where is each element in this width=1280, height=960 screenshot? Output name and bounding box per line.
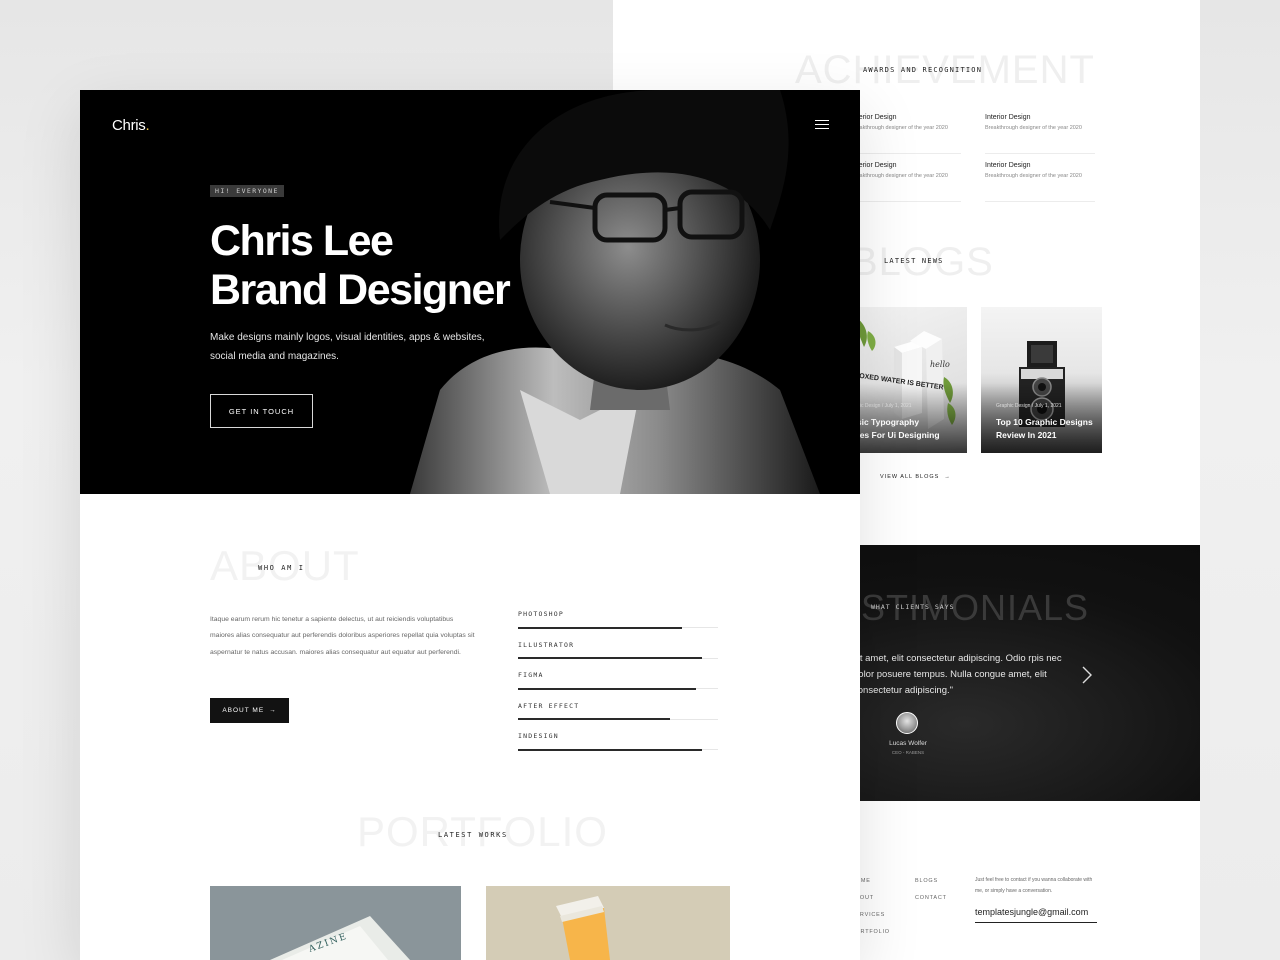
blog-title[interactable]: Top 10 Graphic Designs Review In 2021 <box>996 416 1094 442</box>
portfolio-item[interactable]: AZINE <box>210 886 461 960</box>
avatar <box>896 712 918 734</box>
arrow-right-icon: → <box>269 707 277 714</box>
skills-list: PHOTOSHOP ILLUSTRATOR FIGMA AFTER EFFECT… <box>518 610 718 763</box>
award-title: Interior Design <box>851 114 897 121</box>
about-me-button[interactable]: ABOUT ME → <box>210 698 289 723</box>
skill-name: ILLUSTRATOR <box>518 640 575 649</box>
award-title: Interior Design <box>985 114 1031 121</box>
blog-card[interactable]: hello BOXED WATER IS BETTER Graphic Desi… <box>846 307 967 453</box>
hero-kicker: HI! EVERYONE <box>210 185 284 197</box>
coffee-cup-image <box>556 896 610 960</box>
award-title: Interior Design <box>851 162 897 169</box>
blog-card[interactable]: Graphic Design / July 1, 2021 Top 10 Gra… <box>981 307 1102 453</box>
about-kicker: WHO AM I <box>258 564 305 572</box>
award-subtitle: Breakthrough designer of the year 2020 <box>985 125 1082 131</box>
skill-bar <box>518 657 702 660</box>
skill-bar <box>518 718 670 721</box>
skill-bar <box>518 687 696 690</box>
skill-row: INDESIGN <box>518 732 718 763</box>
portfolio-item[interactable] <box>486 886 730 960</box>
skill-bar <box>518 626 682 629</box>
achievement-kicker: AWARDS AND RECOGNITION <box>863 66 983 74</box>
hamburger-menu-icon[interactable] <box>815 120 829 132</box>
footer-link-blogs[interactable]: BLOGS <box>915 878 938 884</box>
award-item: Interior Design Breakthrough designer of… <box>851 162 961 202</box>
skill-row: ILLUSTRATOR <box>518 641 718 672</box>
award-item: Interior Design Breakthrough designer of… <box>985 114 1095 154</box>
client-name: Lucas Wolfer <box>889 740 927 747</box>
award-title: Interior Design <box>985 162 1031 169</box>
blogs-kicker: LATEST NEWS <box>884 257 944 265</box>
chevron-right-icon[interactable] <box>1079 665 1095 685</box>
award-item: Interior Design Breakthrough designer of… <box>985 162 1095 202</box>
view-all-blogs-link[interactable]: VIEW ALL BLOGS → <box>880 474 951 480</box>
hero-title-line2: Brand Designer <box>210 266 511 314</box>
award-subtitle: Breakthrough designer of the year 2020 <box>851 173 948 179</box>
hero-title-line1: Chris Lee <box>210 217 394 265</box>
about-me-label: ABOUT ME <box>222 707 265 714</box>
skill-bar <box>518 748 702 751</box>
magazine-image: AZINE <box>270 916 410 960</box>
testimonial-quote: sit amet, elit consectetur adipiscing. O… <box>853 653 1062 696</box>
hero-section: Chris. HI! EVERYONE Chris Lee Brand Desi… <box>80 90 860 494</box>
front-page-preview: Chris. HI! EVERYONE Chris Lee Brand Desi… <box>80 90 860 960</box>
award-subtitle: Breakthrough designer of the year 2020 <box>851 125 948 131</box>
footer-note: Just feel free to contact if you wanna c… <box>975 877 1093 894</box>
svg-text:hello: hello <box>930 360 950 369</box>
skill-name: AFTER EFFECT <box>518 701 580 710</box>
logo-dot: . <box>145 117 150 134</box>
site-logo[interactable]: Chris. <box>112 117 150 134</box>
award-subtitle: Breakthrough designer of the year 2020 <box>985 173 1082 179</box>
testimonials-kicker: WHAT CLIENTS SAYS <box>871 603 955 611</box>
hero-description: Make designs mainly logos, visual identi… <box>210 332 485 362</box>
skill-row: FIGMA <box>518 671 718 702</box>
footer-email-link[interactable]: templatesjungle@gmail.com <box>975 907 1097 923</box>
logo-text: Chris <box>112 117 146 134</box>
view-all-label: VIEW ALL BLOGS <box>880 474 940 480</box>
skill-row: PHOTOSHOP <box>518 610 718 641</box>
blog-meta: Graphic Design / July 1, 2021 <box>996 403 1062 409</box>
hero-title: Chris Lee Brand Designer <box>210 217 511 315</box>
arrow-right-icon: → <box>941 474 951 480</box>
portfolio-kicker: LATEST WORKS <box>438 831 508 839</box>
skill-name: INDESIGN <box>518 732 559 741</box>
skill-name: FIGMA <box>518 671 544 680</box>
skill-row: AFTER EFFECT <box>518 702 718 733</box>
award-item: Interior Design Breakthrough designer of… <box>851 114 961 154</box>
skill-name: PHOTOSHOP <box>518 610 565 618</box>
get-in-touch-button[interactable]: GET IN TOUCH <box>210 394 313 428</box>
footer-link-contact[interactable]: CONTACT <box>915 895 947 901</box>
client-role: CEO - RABENS <box>891 750 925 755</box>
about-text: Itaque earum rerum hic tenetur a sapient… <box>210 616 475 656</box>
blog-title[interactable]: Basic Typography Rules For Ui Designing <box>846 416 944 442</box>
